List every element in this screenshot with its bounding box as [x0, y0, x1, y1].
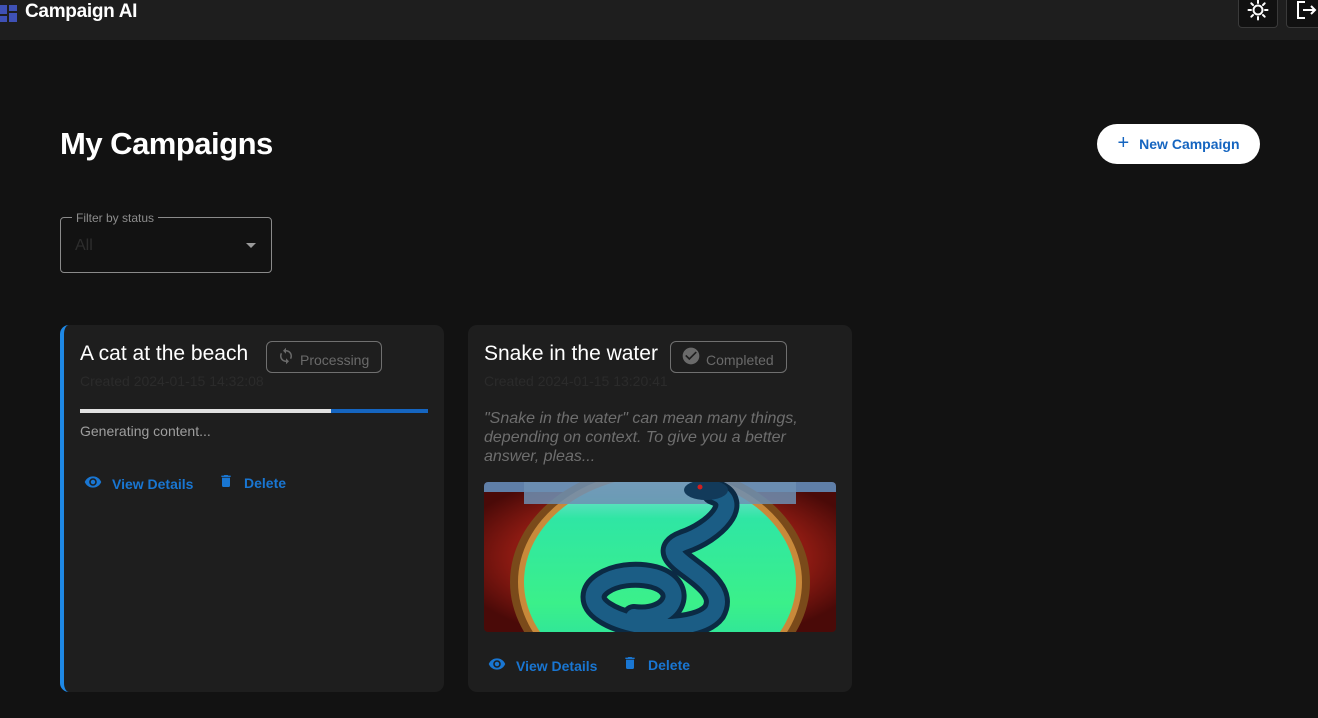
campaign-date: Created 2024-01-15 14:32:08: [80, 373, 264, 389]
sync-icon: [277, 347, 295, 368]
view-details-button[interactable]: View Details: [488, 655, 597, 676]
delete-button[interactable]: Delete: [218, 473, 286, 492]
app-bar: Campaign AI: [0, 0, 1318, 40]
plus-icon: +: [1117, 132, 1130, 154]
eye-icon: [84, 473, 102, 494]
sun-icon: [1247, 0, 1269, 26]
status-badge: Completed: [670, 341, 787, 373]
page-title: My Campaigns: [60, 126, 273, 161]
new-campaign-button[interactable]: + New Campaign: [1097, 124, 1260, 164]
trash-icon: [218, 473, 234, 492]
status-label: Processing: [300, 352, 370, 368]
campaign-title: Snake in the water: [484, 342, 658, 365]
status-filter-select[interactable]: Filter by status All: [60, 211, 272, 273]
status-badge: Processing: [266, 341, 383, 373]
dashboard-icon: [0, 5, 17, 22]
campaign-description: "Snake in the water" can mean many thing…: [484, 410, 798, 465]
dropdown-arrow-icon: [246, 243, 256, 248]
progress-status-text: Generating content...: [80, 423, 211, 439]
campaign-card: Snake in the water Completed Created 202…: [468, 325, 852, 692]
app-title: Campaign AI: [25, 1, 138, 22]
delete-label: Delete: [244, 474, 287, 491]
logout-button[interactable]: [1286, 0, 1318, 28]
progress-bar: [80, 409, 428, 413]
new-campaign-label: New Campaign: [1139, 136, 1240, 152]
delete-label: Delete: [648, 656, 691, 673]
view-details-label: View Details: [516, 657, 598, 674]
delete-button[interactable]: Delete: [622, 655, 690, 674]
theme-toggle-button[interactable]: [1238, 0, 1278, 28]
progress-fill: [80, 409, 331, 413]
view-details-label: View Details: [112, 475, 194, 492]
snake-in-water-image: [484, 482, 836, 632]
check-circle-icon: [681, 346, 701, 369]
trash-icon: [622, 655, 638, 674]
logout-icon: [1295, 0, 1317, 26]
status-label: Completed: [706, 352, 774, 368]
eye-icon: [488, 655, 506, 676]
filter-value: All: [75, 237, 93, 254]
filter-label: Filter by status: [72, 211, 159, 225]
campaign-date: Created 2024-01-15 13:20:41: [484, 373, 668, 389]
campaign-title: A cat at the beach: [80, 342, 249, 365]
view-details-button[interactable]: View Details: [84, 473, 193, 494]
campaign-card: A cat at the beach Processing Created 20…: [60, 325, 444, 692]
